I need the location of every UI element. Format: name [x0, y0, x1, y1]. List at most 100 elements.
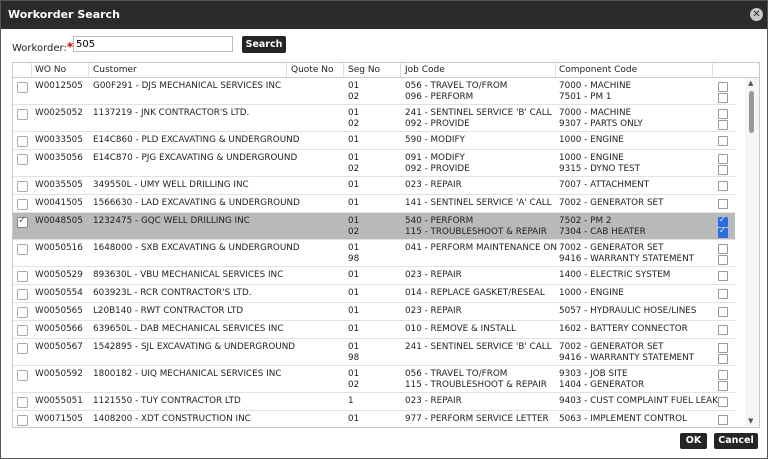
row-select-checkbox[interactable]: [17, 289, 28, 300]
row-select-checkbox[interactable]: [17, 136, 28, 147]
seg-number: 01: [348, 198, 360, 208]
job-code: 115 - TROUBLESHOOT & REPAIR: [405, 227, 547, 237]
search-button[interactable]: Search: [242, 36, 286, 53]
segment-checkbox[interactable]: [718, 109, 728, 119]
job-code: 115 - TROUBLESHOOT & REPAIR: [405, 380, 547, 390]
component-code: 1404 - GENERATOR: [559, 380, 645, 390]
wo-number: W0050516: [35, 243, 83, 253]
col-wo-no[interactable]: WO No: [35, 65, 66, 75]
row-select-checkbox[interactable]: [17, 215, 28, 228]
segment-checkbox[interactable]: [718, 136, 728, 146]
row-select-checkbox[interactable]: [17, 307, 28, 318]
seg-number: 02: [348, 164, 360, 174]
component-code: 7002 - GENERATOR SET: [559, 198, 664, 208]
row-select-checkbox[interactable]: [17, 271, 28, 282]
workorder-label-text: Workorder:: [12, 43, 67, 54]
table-row[interactable]: W0050529 893630L - VBU MECHANICAL SERVICE…: [13, 267, 735, 285]
table-row[interactable]: W0035505 349550L - UMY WELL DRILLING INC 0…: [13, 177, 735, 195]
job-code: 023 - REPAIR: [405, 396, 462, 406]
seg-number: 01: [348, 288, 360, 298]
segment-checkbox[interactable]: [718, 325, 728, 335]
col-seg-no[interactable]: Seg No: [348, 65, 380, 75]
workorder-input[interactable]: [73, 36, 233, 52]
table-row[interactable]: W0035056 E14C870 - PJG EXCAVATING & UNDER…: [13, 150, 735, 177]
component-code: 7007 - ATTACHMENT: [559, 180, 650, 190]
table-row[interactable]: W0050565 L20B140 - RWT CONTRACTOR LTD 01 02…: [13, 303, 735, 321]
table-row[interactable]: W0050567 1542895 - SJL EXCAVATING & UNDER…: [13, 339, 735, 366]
row-select-checkbox[interactable]: [17, 415, 28, 426]
table-row[interactable]: W0055051 1121550 - TUY CONTRACTOR LTD 1 023…: [13, 393, 735, 411]
segment-checkbox[interactable]: [718, 271, 728, 281]
wo-number: W0048505: [35, 216, 83, 226]
table-row[interactable]: W0050516 1648000 - SXB EXCAVATING & UNDER…: [13, 240, 735, 267]
table-row[interactable]: W0050554 603923L - RCR CONTRACTOR'S LTD. 0…: [13, 285, 735, 303]
table-row[interactable]: W0050566 639650L - DAB MECHANICAL SERVICE…: [13, 321, 735, 339]
col-quote-no[interactable]: Quote No: [291, 65, 333, 75]
segment-checkbox[interactable]: [718, 165, 728, 175]
table-row[interactable]: W0048505 1232475 - GQC WELL DRILLING INC 0…: [13, 213, 735, 240]
seg-number: 01: [348, 414, 360, 424]
col-component-code[interactable]: Component Code: [559, 65, 637, 75]
table-row[interactable]: W0050592 1800182 - UIQ MECHANICAL SERVICE…: [13, 366, 735, 393]
segment-checkbox[interactable]: [718, 415, 728, 425]
wo-number: W0050565: [35, 306, 83, 316]
chevron-up-icon[interactable]: ▲: [748, 79, 753, 87]
row-select-checkbox[interactable]: [17, 199, 28, 210]
close-icon[interactable]: ✕: [750, 8, 763, 21]
seg-number: 98: [348, 254, 360, 264]
workorder-search-dialog: Workorder Search ✕ Workorder:* Search WO…: [0, 0, 768, 459]
component-code: 9403 - CUST COMPLAINT FUEL LEAK: [559, 396, 718, 406]
seg-number: 02: [348, 227, 360, 237]
segment-checkbox[interactable]: [718, 307, 728, 317]
table-row[interactable]: W0071505 1408200 - XDT CONSTRUCTION INC 01…: [13, 411, 735, 427]
chevron-down-icon[interactable]: ▼: [748, 417, 753, 425]
row-select-checkbox[interactable]: [17, 109, 28, 120]
seg-number: 01: [348, 270, 360, 280]
vertical-scrollbar[interactable]: ▲ ▼: [745, 78, 759, 426]
table-row[interactable]: W0012505 G00F291 - DJS MECHANICAL SERVICE…: [13, 78, 735, 105]
segment-checkbox[interactable]: [718, 181, 728, 191]
segment-checkbox[interactable]: [718, 289, 728, 299]
segment-checkbox[interactable]: [718, 154, 728, 164]
wo-number: W0050567: [35, 342, 83, 352]
row-select-checkbox[interactable]: [17, 370, 28, 381]
row-select-checkbox[interactable]: [17, 325, 28, 336]
customer-name: 893630L - VBU MECHANICAL SERVICES INC: [93, 270, 284, 280]
segment-checkbox[interactable]: [718, 255, 728, 265]
component-code: 1000 - ENGINE: [559, 135, 624, 145]
component-code: 1602 - BATTERY CONNECTOR: [559, 324, 688, 334]
segment-checkbox[interactable]: [718, 397, 728, 407]
table-row[interactable]: W0033505 E14C860 - PLD EXCAVATING & UNDER…: [13, 132, 735, 150]
segment-checkbox[interactable]: [718, 370, 728, 380]
wo-number: W0050554: [35, 288, 83, 298]
segment-checkbox[interactable]: [718, 120, 728, 130]
col-customer[interactable]: Customer: [93, 65, 137, 75]
ok-button[interactable]: OK: [680, 433, 707, 449]
table-row[interactable]: W0041505 1566630 - LAD EXCAVATING & UNDER…: [13, 195, 735, 213]
row-select-checkbox[interactable]: [17, 343, 28, 354]
seg-number: 98: [348, 353, 360, 363]
segment-checkbox[interactable]: [718, 82, 728, 92]
wo-number: W0035056: [35, 153, 83, 163]
row-select-checkbox[interactable]: [17, 181, 28, 192]
segment-checkbox[interactable]: [718, 93, 728, 103]
col-job-code[interactable]: Job Code: [405, 65, 445, 75]
segment-checkbox[interactable]: [718, 381, 728, 391]
cancel-button[interactable]: Cancel: [714, 433, 758, 449]
row-select-checkbox[interactable]: [17, 397, 28, 408]
seg-number: 02: [348, 92, 360, 102]
row-select-checkbox[interactable]: [17, 244, 28, 255]
table-row[interactable]: W0025052 1137219 - JNK CONTRACTOR'S LTD. 0…: [13, 105, 735, 132]
wo-number: W0055051: [35, 396, 83, 406]
segment-checkbox[interactable]: [718, 354, 728, 364]
customer-name: E14C860 - PLD EXCAVATING & UNDERGROUND: [93, 135, 300, 145]
segment-checkbox[interactable]: [718, 226, 728, 238]
segment-checkbox[interactable]: [718, 244, 728, 254]
segment-checkbox[interactable]: [718, 199, 728, 209]
component-code: 5063 - IMPLEMENT CONTROL: [559, 414, 687, 424]
row-select-checkbox[interactable]: [17, 154, 28, 165]
scrollbar-thumb[interactable]: [749, 91, 754, 133]
row-select-checkbox[interactable]: [17, 82, 28, 93]
customer-name: G00F291 - DJS MECHANICAL SERVICES INC: [93, 81, 282, 91]
segment-checkbox[interactable]: [718, 343, 728, 353]
